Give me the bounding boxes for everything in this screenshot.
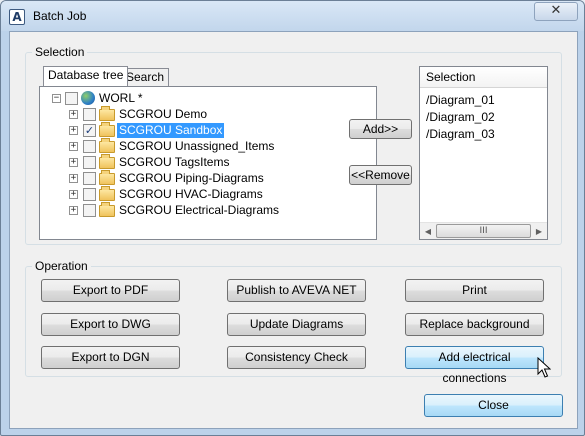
window-close-button[interactable]: ✕	[534, 2, 578, 21]
database-tree[interactable]: − WORL * + SCGROU Demo + ✓ SCGROU Sandbo…	[39, 86, 377, 240]
tree-node-scgrou-piping-diagrams[interactable]: + SCGROU Piping-Diagrams	[40, 170, 376, 187]
window-title: Batch Job	[33, 9, 87, 23]
expand-icon[interactable]: +	[69, 126, 78, 135]
export-to-pdf-button[interactable]: Export to PDF	[41, 279, 180, 302]
tree-checkbox-checked[interactable]: ✓	[83, 124, 96, 137]
update-diagrams-button[interactable]: Update Diagrams	[227, 313, 366, 336]
list-item[interactable]: /Diagram_01	[426, 93, 495, 107]
folder-icon	[99, 138, 115, 153]
folder-icon	[99, 122, 115, 137]
collapse-icon[interactable]: −	[52, 94, 61, 103]
scroll-right-icon[interactable]: ▶	[532, 225, 546, 238]
tree-checkbox[interactable]	[83, 204, 96, 217]
tree-checkbox[interactable]	[83, 188, 96, 201]
root-checkbox[interactable]	[65, 92, 78, 105]
tree-node-scgrou-sandbox[interactable]: + ✓ SCGROU Sandbox	[40, 122, 376, 139]
tree-checkbox[interactable]	[83, 156, 96, 169]
folder-icon	[99, 106, 115, 121]
close-button[interactable]: Close	[424, 394, 563, 417]
folder-icon	[99, 170, 115, 185]
scroll-left-icon[interactable]: ◀	[421, 225, 435, 238]
expand-icon[interactable]: +	[69, 110, 78, 119]
export-to-dgn-button[interactable]: Export to DGN	[41, 346, 180, 369]
remove-button[interactable]: <<Remove	[349, 165, 412, 185]
selection-list-header[interactable]: Selection	[420, 67, 547, 88]
tree-checkbox[interactable]	[83, 172, 96, 185]
consistency-check-button[interactable]: Consistency Check	[227, 346, 366, 369]
folder-icon	[99, 202, 115, 217]
expand-icon[interactable]: +	[69, 174, 78, 183]
tree-node-scgrou-demo[interactable]: + SCGROU Demo	[40, 106, 376, 123]
operation-group-label: Operation	[32, 259, 91, 273]
dialog-body: Selection Database tree Search − WORL * …	[9, 31, 578, 429]
mouse-pointer-icon	[537, 357, 551, 378]
app-icon: A	[9, 9, 25, 25]
selection-group-label: Selection	[32, 45, 88, 59]
tree-node-label: SCGROU Unassigned_Items	[119, 139, 275, 153]
tree-node-label: WORL *	[99, 91, 143, 105]
folder-icon	[99, 186, 115, 201]
tree-checkbox[interactable]	[83, 140, 96, 153]
globe-icon	[81, 91, 95, 105]
list-item[interactable]: /Diagram_03	[426, 127, 495, 141]
tree-node-label: SCGROU Demo	[119, 107, 208, 121]
export-to-dwg-button[interactable]: Export to DWG	[41, 313, 180, 336]
horizontal-scrollbar[interactable]: ◀ III ▶	[420, 222, 547, 239]
folder-icon	[99, 154, 115, 169]
print-button[interactable]: Print	[405, 279, 544, 302]
tree-checkbox[interactable]	[83, 108, 96, 121]
list-item[interactable]: /Diagram_02	[426, 110, 495, 124]
tree-node-label: SCGROU Electrical-Diagrams	[119, 203, 280, 217]
selection-list[interactable]: Selection /Diagram_01 /Diagram_02 /Diagr…	[419, 66, 548, 240]
batch-job-window: A Batch Job ✕ Selection Database tree Se…	[0, 0, 585, 436]
expand-icon[interactable]: +	[69, 158, 78, 167]
expand-icon[interactable]: +	[69, 190, 78, 199]
add-button[interactable]: Add>>	[349, 119, 412, 139]
tree-node-label-selected: SCGROU Sandbox	[117, 123, 225, 138]
expand-icon[interactable]: +	[69, 206, 78, 215]
publish-to-aveva-net-button[interactable]: Publish to AVEVA NET	[227, 279, 366, 302]
tab-database-tree[interactable]: Database tree	[43, 66, 129, 86]
replace-background-button[interactable]: Replace background	[405, 313, 544, 336]
title-bar[interactable]: A Batch Job ✕	[1, 1, 584, 31]
tree-node-scgrou-tagsitems[interactable]: + SCGROU TagsItems	[40, 154, 376, 171]
tree-node-label: SCGROU Piping-Diagrams	[119, 171, 264, 185]
scrollbar-thumb[interactable]: III	[436, 224, 531, 238]
add-electrical-connections-button[interactable]: Add electrical connections	[405, 346, 544, 385]
tree-node-scgrou-unassigned-items[interactable]: + SCGROU Unassigned_Items	[40, 138, 376, 155]
tree-node-label: SCGROU TagsItems	[119, 155, 230, 169]
tree-node-scgrou-hvac-diagrams[interactable]: + SCGROU HVAC-Diagrams	[40, 186, 376, 203]
tree-node-root[interactable]: − WORL *	[40, 91, 376, 107]
tree-node-label: SCGROU HVAC-Diagrams	[119, 187, 263, 201]
tree-node-scgrou-electrical-diagrams[interactable]: + SCGROU Electrical-Diagrams	[40, 202, 376, 219]
expand-icon[interactable]: +	[69, 142, 78, 151]
